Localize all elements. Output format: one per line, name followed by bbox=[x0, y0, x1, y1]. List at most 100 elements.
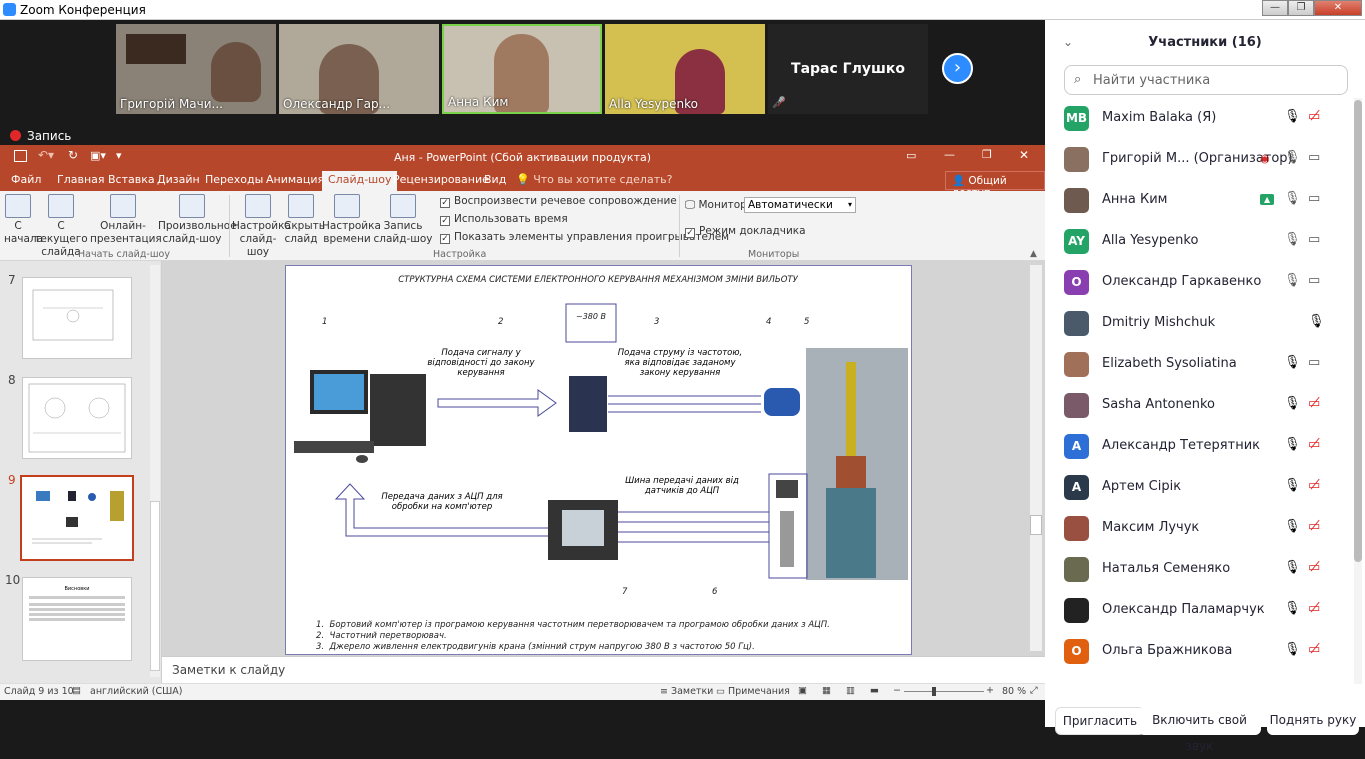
participant-row[interactable]: Олександр Паламарчук ▭̸ 🎙 bbox=[1045, 590, 1355, 631]
tab-insert[interactable]: Вставка bbox=[108, 173, 155, 186]
avatar bbox=[1064, 393, 1089, 418]
notes-toggle[interactable]: ≡ Заметки bbox=[660, 686, 713, 697]
participant-row[interactable]: О Ольга Бражникова ▭̸ 🎙 bbox=[1045, 631, 1355, 672]
recording-indicator[interactable]: Запись bbox=[10, 129, 71, 143]
person-icon: 👤 bbox=[952, 175, 966, 187]
video-tile[interactable]: Тарас Глушко 🎤̸ bbox=[768, 24, 928, 114]
background-panel bbox=[126, 34, 186, 64]
group-separator bbox=[229, 195, 230, 257]
video-tile-active-speaker[interactable]: Анна Ким bbox=[442, 24, 602, 114]
tell-me-box[interactable]: 💡 Что вы хотите сделать? bbox=[516, 173, 672, 186]
raise-hand-button[interactable]: Поднять руку bbox=[1267, 707, 1359, 735]
timings-checkbox[interactable]: ✓ Использовать время bbox=[440, 213, 568, 226]
thumb-number: 7 bbox=[8, 273, 16, 287]
tab-design[interactable]: Дизайн bbox=[157, 173, 200, 186]
maximize-button[interactable]: ❐ bbox=[1288, 0, 1314, 16]
video-tile[interactable]: Олександр Гар... bbox=[279, 24, 439, 114]
participant-row[interactable]: А Артем Сірік ▭̸ 🎙 bbox=[1045, 467, 1355, 508]
normal-view-icon[interactable]: ▣ bbox=[798, 685, 807, 696]
zoom-out-icon[interactable]: − bbox=[893, 685, 901, 696]
notes-pane[interactable]: Заметки к слайду bbox=[162, 656, 1045, 683]
online-presentation-button[interactable]: Онлайн-презентация bbox=[90, 194, 162, 246]
reading-view-icon[interactable]: ▥ bbox=[846, 685, 855, 696]
next-page-icon[interactable]: › bbox=[942, 53, 973, 84]
slide-thumbnail-active[interactable] bbox=[20, 475, 134, 561]
panel-title: Участники (16) bbox=[1148, 35, 1262, 50]
participant-row[interactable]: О Олександр Гаркавенко ▭ 🎙 bbox=[1045, 262, 1355, 303]
tab-animation[interactable]: Анимация bbox=[266, 173, 324, 186]
record-show-button[interactable]: Запись слайд-шоу bbox=[372, 194, 434, 246]
zoom-slider-thumb[interactable] bbox=[932, 687, 936, 696]
fit-window-icon[interactable]: ⤢ bbox=[1030, 685, 1038, 696]
collapse-ribbon-icon[interactable]: ▲ bbox=[1030, 249, 1037, 259]
ppt-minimize-button[interactable]: — bbox=[944, 148, 955, 161]
invite-button[interactable]: Пригласить bbox=[1055, 707, 1145, 735]
zoom-slider[interactable] bbox=[904, 691, 984, 692]
tab-slideshow[interactable]: Слайд-шоу bbox=[322, 171, 398, 191]
minimize-button[interactable]: — bbox=[1262, 0, 1288, 16]
participant-row[interactable]: Dmitriy Mishchuk 🎙 bbox=[1045, 303, 1355, 344]
close-window-button[interactable]: ✕ bbox=[1314, 0, 1362, 16]
diagram: СТРУКТУРНА СХЕМА СИСТЕМИ ЕЛЕКТРОННОГО КЕ… bbox=[294, 275, 908, 652]
from-start-button[interactable]: С начала bbox=[4, 194, 43, 246]
tab-file[interactable]: Файл bbox=[11, 173, 41, 186]
slide-scrollbar[interactable] bbox=[1030, 265, 1042, 651]
unmute-button[interactable]: Включить свой звук bbox=[1138, 707, 1261, 753]
panel-scrollbar-thumb[interactable] bbox=[1354, 100, 1362, 562]
ppt-close-button[interactable]: ✕ bbox=[1019, 148, 1029, 162]
setup-show-button[interactable]: Настройка слайд-шоу bbox=[232, 194, 291, 259]
thumbs-scrollbar[interactable] bbox=[150, 265, 160, 677]
presenter-view-checkbox[interactable]: ✓ Режим докладчика bbox=[685, 225, 806, 238]
video-name: Alla Yesypenko bbox=[609, 97, 698, 111]
slide-thumbnail[interactable] bbox=[22, 377, 132, 459]
hide-slide-button[interactable]: Скрыть слайд bbox=[284, 194, 325, 246]
globe-icon bbox=[110, 194, 136, 218]
sorter-view-icon[interactable]: ▦ bbox=[822, 685, 831, 696]
participant-row[interactable]: Григорій М... (Организатор) ▭ 🎙 ◉ bbox=[1045, 139, 1355, 180]
ppt-titlebar: ↶▾ ↻ ▣▾ ▾ Аня - PowerPoint (Сбой активац… bbox=[0, 145, 1045, 169]
video-tile[interactable]: Alla Yesypenko bbox=[605, 24, 765, 114]
avatar bbox=[1064, 352, 1089, 377]
thumb-number: 8 bbox=[8, 373, 16, 387]
timings-label: Использовать время bbox=[454, 213, 568, 225]
zoom-in-icon[interactable]: + bbox=[986, 685, 994, 696]
participant-row[interactable]: AY Alla Yesypenko ▭ 🎙 bbox=[1045, 221, 1355, 262]
participant-row[interactable]: А Александр Тетерятник ▭̸ 🎙 bbox=[1045, 426, 1355, 467]
video-tile[interactable]: Григорій Мачи... bbox=[116, 24, 276, 114]
share-button[interactable]: 👤 Общий доступ bbox=[945, 171, 1045, 199]
spellcheck-icon[interactable]: ▤ bbox=[72, 685, 81, 696]
narration-checkbox[interactable]: ✓ Воспроизвести речевое сопровождение bbox=[440, 195, 677, 208]
tab-transitions[interactable]: Переходы bbox=[205, 173, 263, 186]
lightbulb-icon: 💡 bbox=[516, 173, 530, 186]
camera-off-icon: ▭̸ bbox=[1308, 437, 1321, 452]
slide-thumbnail[interactable] bbox=[22, 277, 132, 359]
camera-icon: ▭ bbox=[1308, 232, 1321, 247]
participant-row[interactable]: MB Maxim Balaka (Я) ▭̸ 🎙 bbox=[1045, 98, 1355, 139]
tab-review[interactable]: Рецензирование bbox=[393, 173, 489, 186]
ribbon-display-icon[interactable]: ▭ bbox=[906, 149, 916, 162]
comments-toggle[interactable]: ▭ Примечания bbox=[716, 686, 790, 697]
monitor-select[interactable]: Автоматически ▾ bbox=[744, 197, 856, 213]
language-status[interactable]: английский (США) bbox=[90, 686, 182, 697]
mic-muted-icon: 🎙 bbox=[1284, 519, 1301, 534]
checkbox-checked-icon: ✓ bbox=[685, 228, 695, 238]
current-slide[interactable]: СТРУКТУРНА СХЕМА СИСТЕМИ ЕЛЕКТРОННОГО КЕ… bbox=[285, 265, 912, 655]
group-setup-label: Настройка bbox=[433, 249, 487, 260]
rehearse-timings-button[interactable]: Настройка времени bbox=[322, 194, 381, 246]
participant-row[interactable]: Sasha Antonenko ▭̸ 🎙 bbox=[1045, 385, 1355, 426]
zoom-level[interactable]: 80 % bbox=[1002, 686, 1026, 697]
participant-row[interactable]: Максим Лучук ▭̸ 🎙 bbox=[1045, 508, 1355, 549]
tab-view[interactable]: Вид bbox=[484, 173, 506, 186]
search-input[interactable]: ⌕ Найти участника bbox=[1064, 65, 1348, 95]
ppt-maximize-button[interactable]: ❐ bbox=[982, 148, 992, 161]
custom-show-button[interactable]: Произвольное слайд-шоу bbox=[158, 194, 237, 246]
hide-slide-icon bbox=[288, 194, 314, 218]
panel-scrollbar[interactable] bbox=[1354, 98, 1362, 684]
participant-row[interactable]: Наталья Семеняко ▭̸ 🎙 bbox=[1045, 549, 1355, 590]
participant-row[interactable]: Анна Ким ▭ 🎙 ▲ bbox=[1045, 180, 1355, 221]
participant-row[interactable]: Elizabeth Sysoliatina ▭ 🎙 bbox=[1045, 344, 1355, 385]
slide-thumbnail[interactable]: Висновки bbox=[22, 577, 132, 661]
slideshow-view-icon[interactable]: ▬ bbox=[870, 685, 879, 696]
tab-home[interactable]: Главная bbox=[57, 173, 105, 186]
group-separator bbox=[679, 195, 680, 257]
